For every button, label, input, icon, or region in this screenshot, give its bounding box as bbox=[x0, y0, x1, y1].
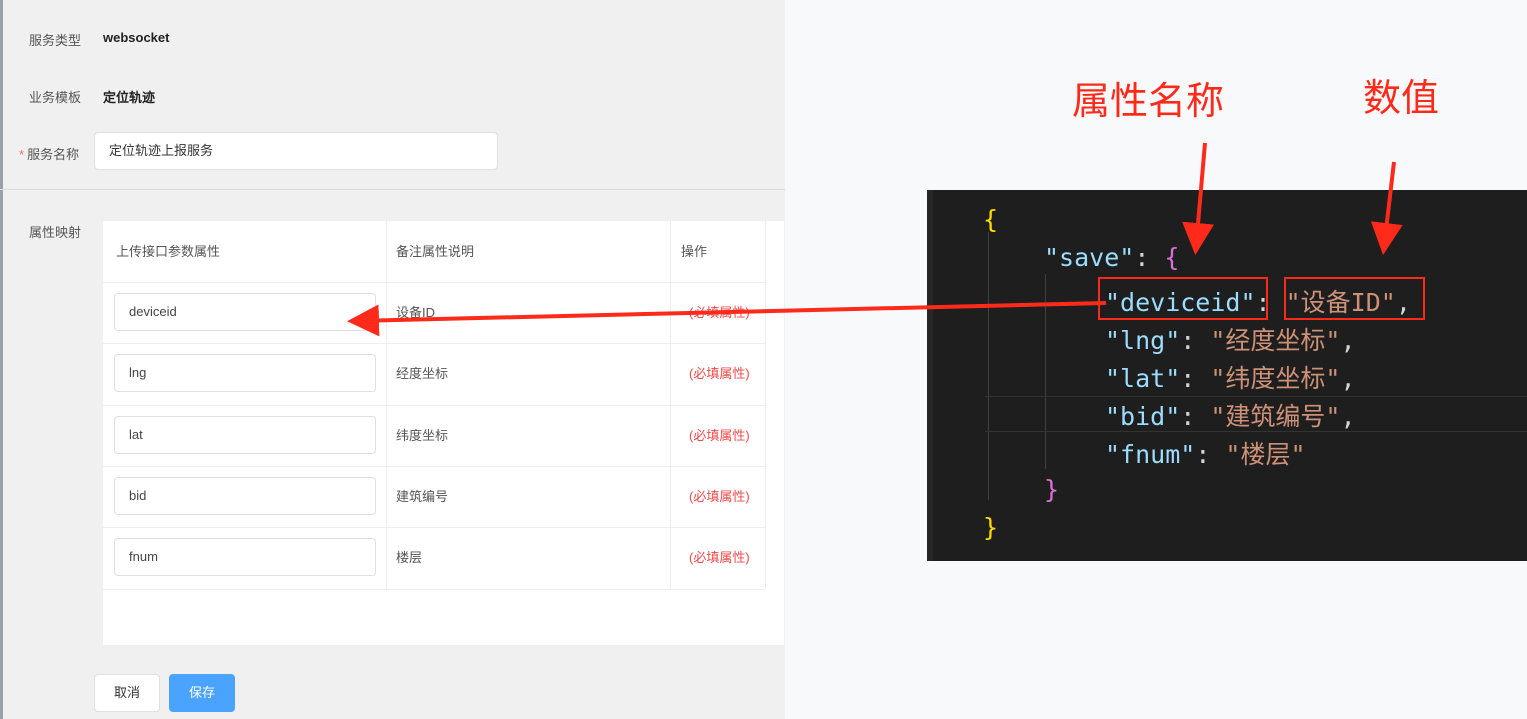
annotation-arrows bbox=[347, 142, 1403, 337]
arrow-to-key bbox=[1182, 142, 1215, 255]
arrow-to-deviceid-input bbox=[347, 301, 1107, 337]
arrow-to-value bbox=[1370, 161, 1403, 255]
